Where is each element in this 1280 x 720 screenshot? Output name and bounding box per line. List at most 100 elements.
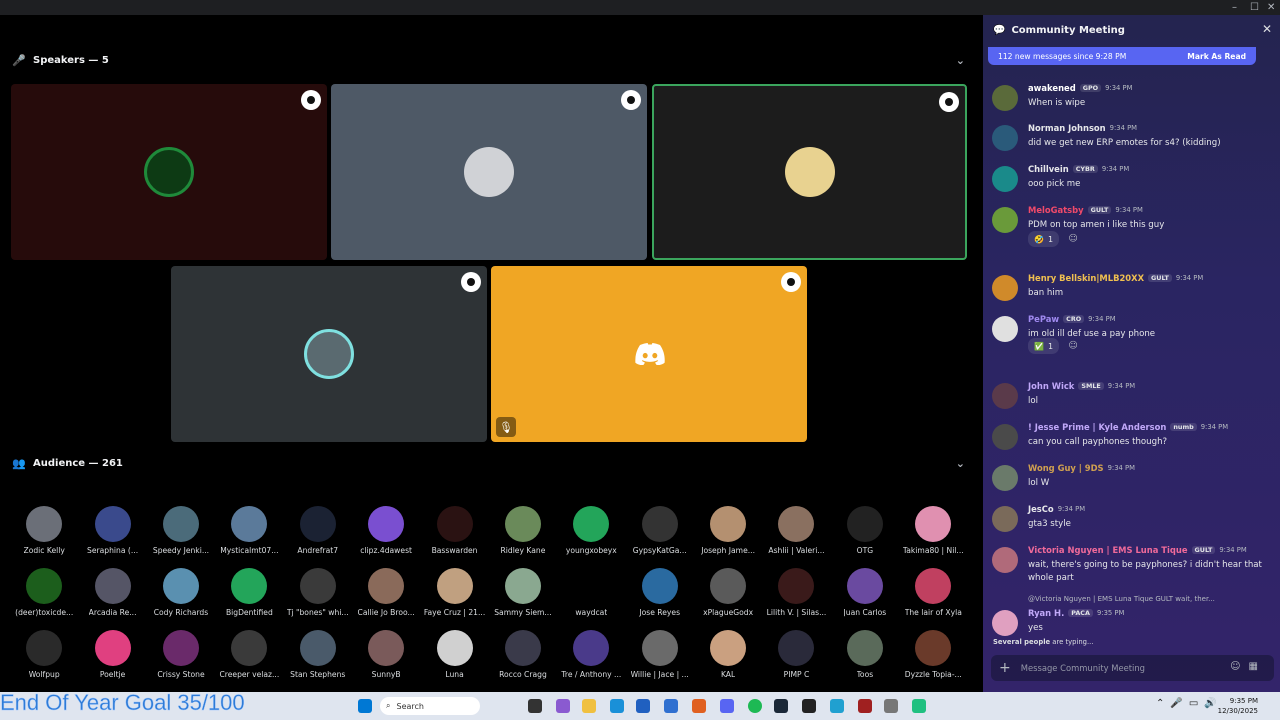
username[interactable]: Victoria Nguyen | EMS Luna Tique (1028, 545, 1188, 555)
clock[interactable]: 9:35 PM 12/30/2025 (1218, 696, 1258, 716)
audience-member[interactable]: Takima80 | Nil... (899, 506, 967, 560)
audience-member[interactable]: xPlagueGodx (694, 568, 762, 622)
spotify-icon[interactable] (748, 699, 762, 713)
username[interactable]: ! Jesse Prime | Kyle Anderson (1028, 422, 1166, 432)
avatar[interactable] (992, 424, 1018, 450)
audience-member[interactable]: OTG (831, 506, 899, 560)
audience-member[interactable]: Lilith V. | Silas... (762, 568, 830, 622)
username[interactable]: awakened (1028, 83, 1076, 93)
username[interactable]: Chillvein (1028, 164, 1069, 174)
message-composer[interactable]: + Message Community Meeting ☺▦ (991, 655, 1274, 681)
minimize-button[interactable]: – (1232, 1, 1237, 14)
audience-member[interactable]: youngxobeyx (557, 506, 625, 560)
settings-icon[interactable] (884, 699, 898, 713)
audience-member[interactable]: Tre / Anthony ... (557, 630, 625, 684)
audience-member[interactable]: Luna (420, 630, 488, 684)
speaker-tile[interactable] (171, 266, 487, 442)
audience-member[interactable]: Zodic Kelly (10, 506, 78, 560)
discord-icon[interactable] (720, 699, 734, 713)
steam-icon[interactable] (774, 699, 788, 713)
edge-icon[interactable] (610, 699, 624, 713)
avatar[interactable] (992, 85, 1018, 111)
audience-member[interactable]: Dyzzle Topia-... (899, 630, 967, 684)
audience-member[interactable]: SunnyB (352, 630, 420, 684)
start-icon[interactable] (358, 699, 372, 713)
audience-member[interactable]: clipz.4dawest (352, 506, 420, 560)
audience-member[interactable]: Rocco Cragg (489, 630, 557, 684)
audience-member[interactable]: Creeper velaz... (215, 630, 283, 684)
avatar[interactable] (992, 610, 1018, 636)
reaction-pill[interactable]: 🤣 1 (1028, 231, 1060, 247)
mark-as-read-button[interactable]: Mark As Read (1187, 52, 1246, 61)
new-messages-bar[interactable]: 112 new messages since 9:28 PM Mark As R… (988, 47, 1256, 65)
audience-member[interactable]: The lair of Xyla (899, 568, 967, 622)
add-reaction-icon[interactable]: ☺ (1065, 338, 1081, 354)
username[interactable]: MeloGatsby (1028, 205, 1084, 215)
avatar[interactable] (992, 465, 1018, 491)
app-icon[interactable] (802, 699, 816, 713)
app-icon[interactable] (912, 699, 926, 713)
audience-member[interactable]: Cody Richards (147, 568, 215, 622)
audience-member[interactable]: GypsyKatGa... (626, 506, 694, 560)
audience-member[interactable]: Basswarden (420, 506, 488, 560)
avatar[interactable] (992, 506, 1018, 532)
audience-member[interactable]: Callie Jo Broo... (352, 568, 420, 622)
maximize-button[interactable]: ☐ (1250, 1, 1259, 14)
audience-member[interactable]: (deer)toxicde... (10, 568, 78, 622)
speakers-header[interactable]: 🎤 Speakers — 5 ⌄ (0, 46, 977, 74)
audience-member[interactable]: waydcat (557, 568, 625, 622)
username[interactable]: PePaw (1028, 314, 1059, 324)
reply-preview[interactable]: @Victoria Nguyen | EMS Luna Tique GULT w… (1028, 595, 1278, 603)
file-explorer-icon[interactable] (582, 699, 596, 713)
taskbar-search[interactable]: ⌕ Search (380, 697, 480, 715)
chevron-down-icon[interactable]: ⌄ (956, 54, 965, 67)
audience-member[interactable]: Juan Carlos (831, 568, 899, 622)
task-view-icon[interactable] (528, 699, 542, 713)
username[interactable]: Henry Bellskin|MLB20XX (1028, 273, 1144, 283)
username[interactable]: Wong Guy | 9DS (1028, 463, 1104, 473)
username[interactable]: JesCo (1028, 504, 1054, 514)
close-window-button[interactable]: ✕ (1267, 1, 1275, 14)
audience-member[interactable]: Tj "bones" whi... (284, 568, 352, 622)
avatar[interactable] (992, 275, 1018, 301)
audience-member[interactable]: PIMP C (762, 630, 830, 684)
audience-member[interactable]: Stan Stephens (284, 630, 352, 684)
audience-member[interactable]: Joseph Jame... (694, 506, 762, 560)
audience-member[interactable]: Sammy Siem... (489, 568, 557, 622)
mail-icon[interactable] (664, 699, 678, 713)
avatar[interactable] (992, 547, 1018, 573)
reaction-pill[interactable]: ✅ 1 (1028, 338, 1060, 354)
firefox-icon[interactable] (692, 699, 706, 713)
audience-member[interactable]: Arcadia Re... (78, 568, 146, 622)
username[interactable]: Norman Johnson (1028, 123, 1106, 133)
app-icon[interactable] (556, 699, 570, 713)
system-tray[interactable]: ⌃🎤▭🔊 (1156, 698, 1223, 709)
avatar[interactable] (992, 316, 1018, 342)
audience-member[interactable]: Crissy Stone (147, 630, 215, 684)
username[interactable]: John Wick (1028, 381, 1074, 391)
audience-member[interactable]: Poeltje (78, 630, 146, 684)
speaker-tile[interactable] (331, 84, 647, 260)
avatar[interactable] (992, 166, 1018, 192)
audience-member[interactable]: Seraphina (... (78, 506, 146, 560)
audience-member[interactable]: Faye Cruz | 21... (420, 568, 488, 622)
username[interactable]: Ryan H. (1028, 608, 1064, 618)
app-icon[interactable] (858, 699, 872, 713)
audience-member[interactable]: Toos (831, 630, 899, 684)
app-icon[interactable] (830, 699, 844, 713)
add-reaction-icon[interactable]: ☺ (1065, 231, 1081, 247)
close-chat-button[interactable]: ✕ (1262, 22, 1272, 36)
audience-member[interactable]: Andrefrat7 (284, 506, 352, 560)
emoji-icon[interactable]: ☺▦ (1230, 661, 1266, 672)
speaker-tile-active[interactable] (652, 84, 967, 260)
audience-member[interactable]: Wolfpup (10, 630, 78, 684)
audience-header[interactable]: 👥 Audience — 261 ⌄ (0, 449, 977, 477)
avatar[interactable] (992, 125, 1018, 151)
audience-member[interactable]: Willie | Jace | ... (626, 630, 694, 684)
audience-member[interactable]: Ashlii | Valeri... (762, 506, 830, 560)
audience-member[interactable]: Jose Reyes (626, 568, 694, 622)
audience-member[interactable]: Speedy Jenki... (147, 506, 215, 560)
speaker-tile[interactable]: 🎙 (491, 266, 807, 442)
add-attachment-icon[interactable]: + (999, 660, 1011, 676)
audience-member[interactable]: KAL (694, 630, 762, 684)
